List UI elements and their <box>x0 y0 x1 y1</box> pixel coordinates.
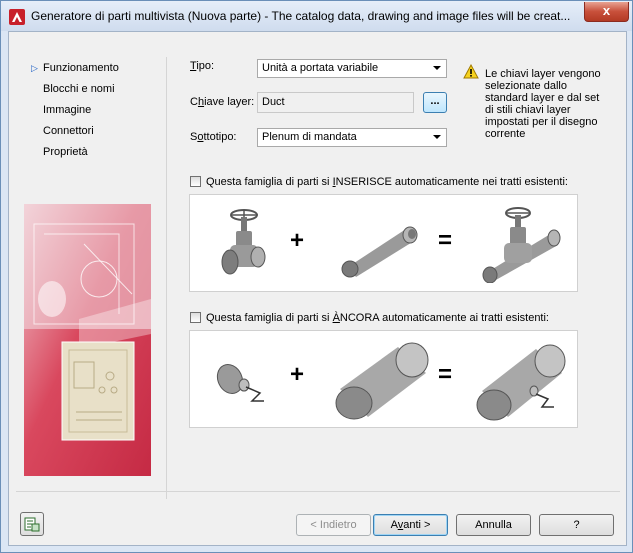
nav-item-label: Immagine <box>43 104 92 116</box>
connector-fitting-icon <box>216 363 264 402</box>
window-title: Generatore di parti multivista (Nuova pa… <box>31 9 571 23</box>
inserisce-checkbox[interactable] <box>190 176 201 187</box>
nav-item-connettori[interactable]: Connettori <box>43 123 94 139</box>
duct-with-connector-icon <box>476 344 566 421</box>
ancora-checkbox[interactable] <box>190 312 201 323</box>
chevron-down-icon <box>433 135 441 139</box>
chevron-down-icon <box>433 66 441 70</box>
sottotipo-select[interactable]: Plenum di mandata <box>257 128 447 147</box>
layer-key-warning-text: Le chiavi layer vengono selezionate dall… <box>485 68 601 140</box>
nav-item-immagine[interactable]: Immagine <box>43 102 91 118</box>
chiave-layer-field: Duct <box>257 92 414 113</box>
autocad-app-icon <box>9 9 25 25</box>
inserisce-illustration: + = <box>189 194 578 292</box>
valve-on-pipe-icon <box>482 207 561 283</box>
valve-icon <box>221 209 266 275</box>
back-button[interactable]: < Indietro <box>296 514 371 536</box>
close-button[interactable]: x <box>584 2 629 22</box>
pipe-icon <box>341 226 418 278</box>
sottotipo-label: Sottotipo: <box>190 131 237 143</box>
vertical-divider <box>166 57 167 499</box>
footer-divider <box>16 491 620 492</box>
browse-layer-key-button[interactable]: ... <box>423 92 447 113</box>
cancel-button[interactable]: Annulla <box>456 514 531 536</box>
nav-item-label: Proprietà <box>43 146 88 158</box>
equals-sign: = <box>438 361 453 388</box>
plus-sign: + <box>290 361 305 388</box>
dialog-client: ▷ Funzionamento Blocchi e nomi Immagine … <box>8 31 627 546</box>
tipo-select[interactable]: Unità a portata variabile <box>257 59 447 78</box>
sottotipo-select-value: Plenum di mandata <box>262 131 357 143</box>
next-button[interactable]: Avanti > <box>373 514 448 536</box>
close-icon: x <box>602 3 611 18</box>
tipo-select-value: Unità a portata variabile <box>262 62 379 74</box>
view-part-button[interactable] <box>20 512 44 536</box>
nav-item-blocchi-e-nomi[interactable]: Blocchi e nomi <box>43 81 115 97</box>
nav-item-label: Blocchi e nomi <box>43 83 115 95</box>
ancora-checkbox-label: Questa famiglia di parti si ÀNCORA autom… <box>206 312 549 324</box>
active-arrow-icon: ▷ <box>31 63 38 73</box>
chiave-layer-value: Duct <box>262 96 285 108</box>
duct-cylinder-icon <box>335 342 429 420</box>
tipo-label: Tipo: <box>190 60 215 72</box>
part-preview-icon <box>24 517 40 532</box>
ancora-illustration: + = <box>189 330 578 428</box>
warning-icon <box>463 64 479 79</box>
nav-item-funzionamento[interactable]: ▷ Funzionamento <box>31 60 119 76</box>
dialog-window: Generatore di parti multivista (Nuova pa… <box>0 0 633 553</box>
plus-sign: + <box>290 227 305 254</box>
help-button[interactable]: ? <box>539 514 614 536</box>
nav-item-label: Funzionamento <box>43 62 119 74</box>
chiave-layer-label: Chiave layer: <box>190 96 255 108</box>
equals-sign: = <box>438 227 453 254</box>
wizard-side-image <box>24 204 151 476</box>
nav-item-label: Connettori <box>43 125 94 137</box>
title-bar[interactable]: Generatore di parti multivista (Nuova pa… <box>1 1 632 31</box>
inserisce-checkbox-label: Questa famiglia di parti si INSERISCE au… <box>206 176 568 188</box>
nav-item-proprieta[interactable]: Proprietà <box>43 144 88 160</box>
